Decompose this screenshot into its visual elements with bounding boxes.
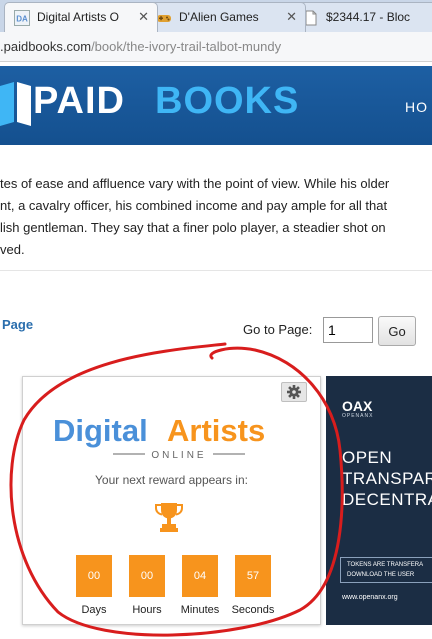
ad-headline: DECENTRA [342,490,432,509]
ad-headline: TRANSPARE [342,469,432,488]
digital-artists-logo: Digital Artists ONLINE [53,413,265,461]
browser-tab-strip: $2344.17 - Bloc ✕ D'Alien Games ✕ DA Dig… [0,0,432,32]
countdown-seconds: 57 [235,555,271,597]
tab-dalien-games[interactable]: D'Alien Games ✕ [146,2,306,32]
logo-word-digital: Digital [53,413,148,448]
gear-icon [287,385,301,399]
ad-banner[interactable]: OAX OPENANX OPEN TRANSPARE DECENTRA TOKE… [326,376,432,625]
settings-button[interactable] [281,382,307,402]
divider [0,270,432,271]
ad-headline: OPEN [342,448,393,467]
reward-widget: Digital Artists ONLINE Your next reward … [22,376,321,625]
site-header: PAID BOOKS HO [0,66,432,145]
url-text[interactable]: .paidbooks.com/book/the-ivory-trail-talb… [0,39,281,54]
ad-logo-sub: OPENANX [342,413,374,419]
ad-cta-box[interactable]: TOKENS ARE TRANSFERA DOWNLOAD THE USER [340,557,432,583]
excerpt-line: lish gentleman. They say that a finer po… [0,220,386,235]
svg-text:DA: DA [16,15,28,24]
book-logo-icon[interactable] [0,82,34,128]
countdown-label: Hours [132,604,162,616]
countdown-minutes: 04 [182,555,218,597]
digital-artists-favicon: DA [14,10,30,26]
url-path: /book/the-ivory-trail-talbot-mundy [91,39,282,54]
tab-bloc[interactable]: $2344.17 - Bloc ✕ [293,2,432,32]
prev-page-link[interactable]: Page [2,317,33,332]
go-button[interactable]: Go [378,316,416,346]
countdown-label: Minutes [180,604,220,616]
brand-paid[interactable]: PAID [33,80,125,123]
excerpt-line: tes of ease and affluence vary with the … [0,176,390,191]
countdown-label: Seconds [231,604,275,616]
goto-page-label: Go to Page: [243,322,313,337]
reward-caption: Your next reward appears in: [95,473,248,487]
brand-books[interactable]: BOOKS [155,80,299,123]
tab-digital-artists[interactable]: DA Digital Artists O ✕ [4,2,158,32]
countdown-hours: 00 [129,555,165,597]
ad-cta-line: TOKENS ARE TRANSFERA [347,562,424,568]
ad-logo: OAX [342,398,373,414]
trophy-icon [155,503,183,532]
close-icon[interactable]: ✕ [286,9,297,25]
excerpt-line: ved. [0,242,25,257]
close-icon[interactable]: ✕ [138,9,149,25]
countdown-days: 00 [76,555,112,597]
countdown-label: Days [81,604,107,616]
nav-home-link[interactable]: HO [405,99,428,115]
url-domain: .paidbooks.com [0,39,92,54]
tab-title: Digital Artists O [37,10,120,24]
ad-url: www.openanx.org [342,594,398,601]
gamepad-icon [157,15,171,22]
ad-cta-line: DOWNLOAD THE USER [347,572,415,578]
tab-title: $2344.17 - Bloc [326,10,411,24]
logo-word-artists: Artists [167,413,265,448]
address-bar[interactable]: .paidbooks.com/book/the-ivory-trail-talb… [0,32,432,62]
tab-title: D'Alien Games [179,10,259,24]
logo-sub: ONLINE [151,450,206,461]
excerpt-line: nt, a cavalry officer, his combined inco… [0,198,388,213]
page-number-input[interactable] [323,317,373,343]
